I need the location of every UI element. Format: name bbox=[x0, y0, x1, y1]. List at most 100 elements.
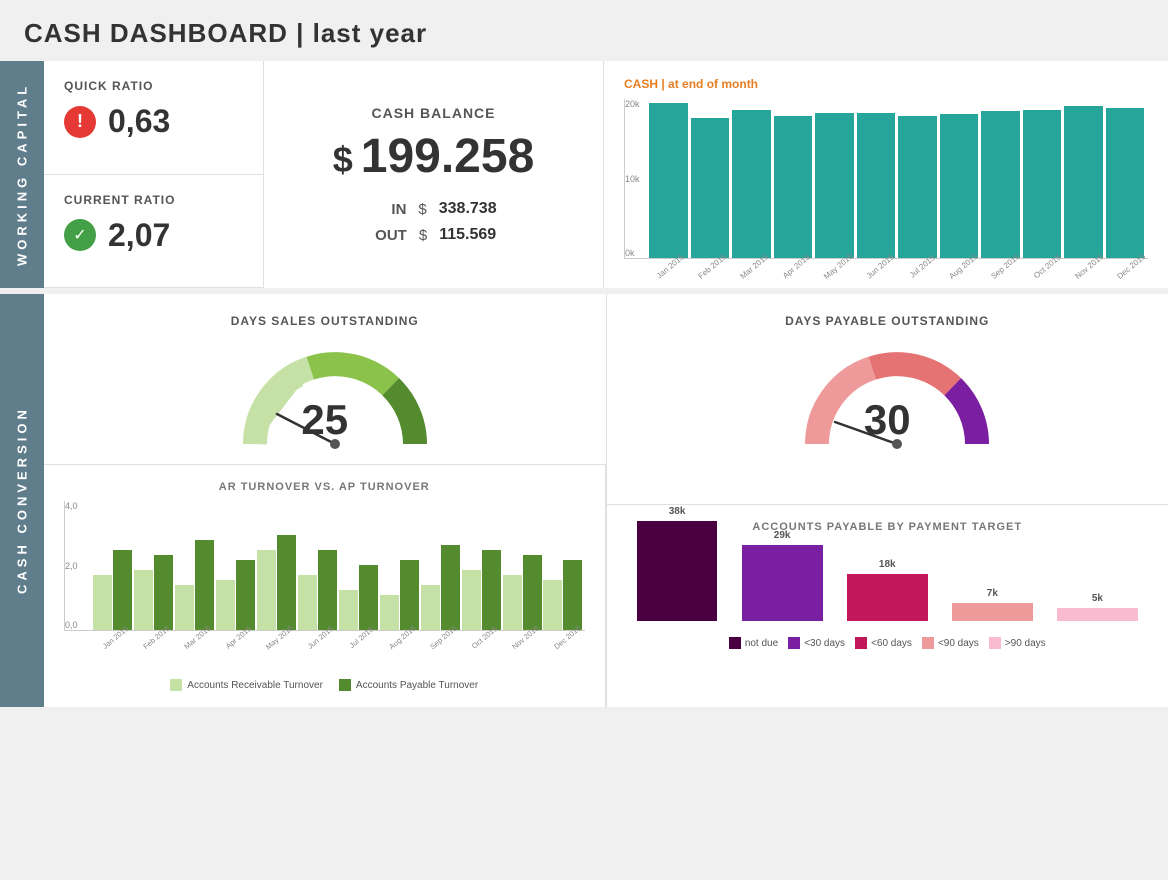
cash-balance-panel: CASH BALANCE $199.258 IN $ 338.738 OUT $… bbox=[264, 61, 604, 288]
ar-ap-legend: Accounts Receivable Turnover Accounts Pa… bbox=[64, 679, 585, 691]
ar-ap-panel: AR TURNOVER VS. AP TURNOVER 4,02,00,0 Ja… bbox=[44, 465, 606, 707]
quick-ratio-box: QUICK RATIO ! 0,63 bbox=[44, 61, 263, 175]
ar-legend-dot bbox=[170, 679, 182, 691]
ap-bar-top-label: 29k bbox=[774, 530, 791, 541]
cash-bar bbox=[857, 113, 896, 258]
ar-ap-bar-group bbox=[93, 550, 132, 630]
ap-bar-col: 38k bbox=[627, 506, 728, 621]
ar-ap-bar-group bbox=[503, 555, 542, 630]
ar-ap-bar-group bbox=[257, 535, 296, 630]
dso-gauge: 25 bbox=[235, 344, 415, 444]
dpo-title: DAYS PAYABLE OUTSTANDING bbox=[785, 314, 989, 328]
cash-in-value: 338.738 bbox=[439, 200, 497, 218]
ap-legend-label: >90 days bbox=[1005, 638, 1046, 649]
ap-bar-rect bbox=[847, 574, 928, 621]
ap-legend-dot bbox=[922, 637, 934, 649]
ap-bar-top-label: 5k bbox=[1092, 593, 1103, 604]
quick-ratio-value: 0,63 bbox=[108, 103, 170, 140]
ap-legend-item: not due bbox=[729, 637, 778, 649]
ar-ap-bar-group bbox=[462, 550, 501, 630]
cash-bar-chart: 20k10k0k Jan 2015Feb 2015Mar 2015Apr 201… bbox=[624, 99, 1148, 272]
ap-legend-label: <30 days bbox=[804, 638, 845, 649]
ap-payment-panel: ACCOUNTS PAYABLE BY PAYMENT TARGET 38k29… bbox=[607, 505, 1168, 707]
working-capital-sidebar: WORKING CAPITAL bbox=[0, 61, 44, 288]
current-ratio-ok-icon: ✓ bbox=[64, 219, 96, 251]
cash-out-row: OUT $ 115.569 bbox=[304, 226, 563, 244]
ap-bar-col: 29k bbox=[732, 530, 833, 621]
cash-bar bbox=[898, 116, 937, 258]
cash-out-currency: $ bbox=[419, 227, 427, 244]
ap-legend-label: <60 days bbox=[871, 638, 912, 649]
current-ratio-value: 2,07 bbox=[108, 217, 170, 254]
cash-conversion-sidebar: CASH CONVERSION bbox=[0, 294, 44, 707]
dso-value: 25 bbox=[301, 396, 348, 444]
ap-legend-dot bbox=[339, 679, 351, 691]
ap-bar-col: 5k bbox=[1047, 593, 1148, 621]
ap-legend-item: Accounts Payable Turnover bbox=[339, 679, 478, 691]
quick-ratio-title: QUICK RATIO bbox=[64, 79, 243, 93]
ap-bar-rect bbox=[637, 521, 718, 621]
ap-legend-item: <60 days bbox=[855, 637, 912, 649]
dso-panel: DAYS SALES OUTSTANDING bbox=[44, 294, 606, 465]
cash-balance-main: $199.258 bbox=[304, 129, 563, 184]
current-ratio-title: CURRENT RATIO bbox=[64, 193, 243, 207]
ap-bar-top-label: 38k bbox=[669, 506, 686, 517]
ap-legend-label: Accounts Payable Turnover bbox=[356, 680, 478, 691]
ap-legend-item: <90 days bbox=[922, 637, 979, 649]
cash-bar bbox=[1064, 106, 1103, 258]
ar-ap-bar-group bbox=[339, 565, 378, 630]
cash-out-value: 115.569 bbox=[439, 226, 496, 244]
ap-legend-label: <90 days bbox=[938, 638, 979, 649]
dpo-panel: DAYS PAYABLE OUTSTANDING bbox=[607, 294, 1168, 505]
quick-ratio-danger-icon: ! bbox=[64, 106, 96, 138]
cash-bar bbox=[1023, 110, 1062, 258]
dpo-gauge: 30 bbox=[797, 344, 977, 444]
ap-legend-dot bbox=[855, 637, 867, 649]
cash-bar bbox=[1106, 108, 1145, 258]
ap-bar-top-label: 18k bbox=[879, 559, 896, 570]
ar-ap-bar-group bbox=[543, 560, 582, 630]
ap-bar-col: 7k bbox=[942, 588, 1043, 621]
cash-in-row: IN $ 338.738 bbox=[304, 200, 563, 218]
ratios-panel: QUICK RATIO ! 0,63 CURRENT RATIO ✓ 2,07 bbox=[44, 61, 264, 288]
ar-ap-bar-group bbox=[175, 540, 214, 630]
cash-chart-title: CASH | at end of month bbox=[624, 77, 1148, 91]
cash-currency: $ bbox=[333, 139, 353, 180]
cash-bar bbox=[774, 116, 813, 258]
ar-ap-bar-group bbox=[298, 550, 337, 630]
cash-out-label: OUT bbox=[371, 227, 407, 244]
ap-bar-rect bbox=[952, 603, 1033, 621]
cash-in-currency: $ bbox=[418, 201, 426, 218]
cash-bar bbox=[732, 110, 771, 258]
cash-bar bbox=[815, 113, 854, 258]
ar-ap-bar-group bbox=[380, 560, 419, 630]
ap-legend-item: <30 days bbox=[788, 637, 845, 649]
ap-bar-rect bbox=[1057, 608, 1138, 621]
cash-main-value: 199.258 bbox=[361, 130, 535, 183]
cash-chart-panel: CASH | at end of month 20k10k0k Jan 2015… bbox=[604, 61, 1168, 288]
ap-bar-col: 18k bbox=[837, 559, 938, 621]
ar-legend-item: Accounts Receivable Turnover bbox=[170, 679, 323, 691]
cash-bar bbox=[981, 111, 1020, 258]
ar-legend-label: Accounts Receivable Turnover bbox=[187, 680, 323, 691]
current-ratio-box: CURRENT RATIO ✓ 2,07 bbox=[44, 175, 263, 289]
cash-in-label: IN bbox=[370, 201, 406, 218]
ar-ap-bar-group bbox=[134, 555, 173, 630]
ap-bar-rect bbox=[742, 545, 823, 621]
ap-legend-dot bbox=[729, 637, 741, 649]
cash-bar bbox=[649, 103, 688, 258]
ap-legend-item: >90 days bbox=[989, 637, 1046, 649]
dpo-value: 30 bbox=[864, 396, 911, 444]
dso-title: DAYS SALES OUTSTANDING bbox=[231, 314, 419, 328]
cash-bar bbox=[691, 118, 730, 258]
ar-ap-bar-group bbox=[216, 560, 255, 630]
cash-balance-title: CASH BALANCE bbox=[304, 105, 563, 121]
ar-ap-bar-group bbox=[421, 545, 460, 630]
cash-bar bbox=[940, 114, 979, 258]
ap-bar-top-label: 7k bbox=[987, 588, 998, 599]
ar-ap-title: AR TURNOVER VS. AP TURNOVER bbox=[64, 481, 585, 493]
ap-legend-dot bbox=[989, 637, 1001, 649]
ap-legend-dot bbox=[788, 637, 800, 649]
page-title: CASH DASHBOARD | last year bbox=[0, 0, 1168, 61]
ap-legend-label: not due bbox=[745, 638, 778, 649]
